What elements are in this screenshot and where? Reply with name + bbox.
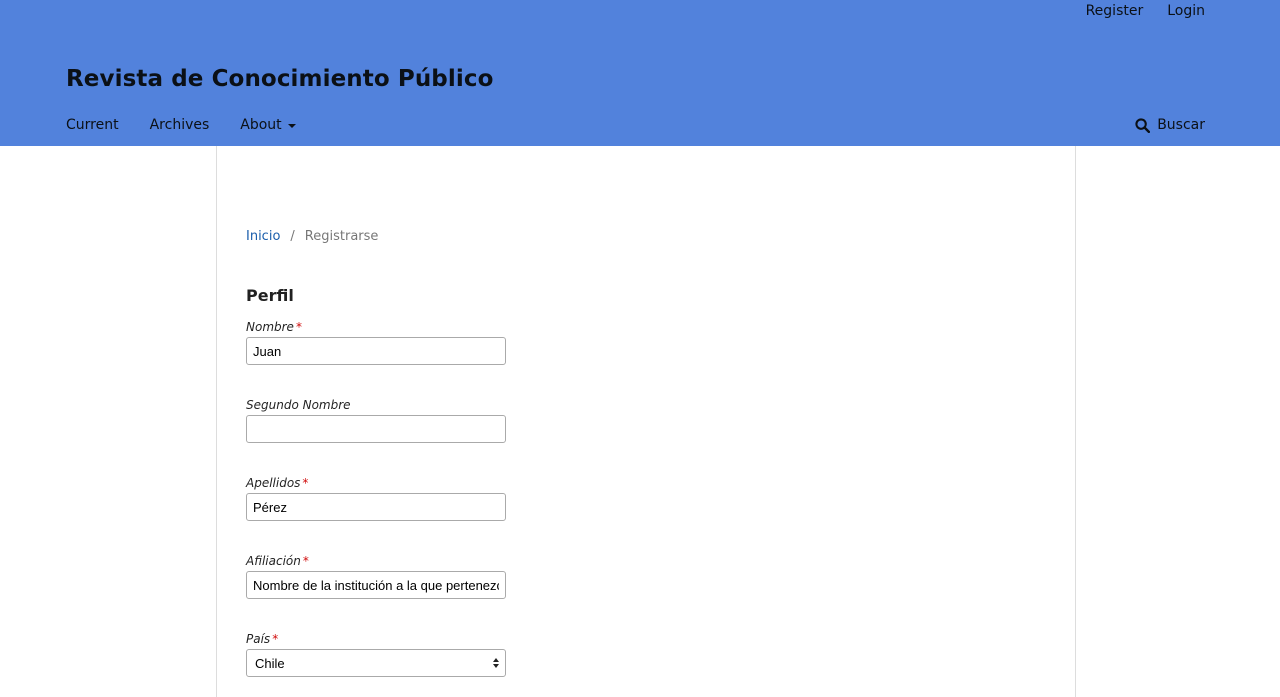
search-icon (1135, 117, 1151, 133)
field-apellidos: Apellidos * (246, 476, 508, 521)
pais-label: País * (246, 632, 508, 646)
nav-archives[interactable]: Archives (150, 117, 210, 133)
pais-label-text: País (246, 632, 271, 646)
pais-selected-value: Chile (255, 655, 285, 671)
breadcrumb-home-link[interactable]: Inicio (246, 229, 280, 244)
segundo-nombre-input[interactable] (246, 415, 506, 443)
nav-current-label: Current (66, 117, 119, 133)
segundo-nombre-label-text: Segundo Nombre (246, 398, 351, 412)
breadcrumb-current: Registrarse (304, 229, 379, 244)
search-label: Buscar (1157, 117, 1205, 133)
required-marker: * (302, 476, 309, 490)
select-updown-icon (493, 658, 499, 668)
main-content: Inicio / Registrarse Perfil Nombre* Segu… (216, 146, 1076, 697)
apellidos-label-text: Apellidos (246, 476, 301, 490)
field-afiliacion: Afiliación * (246, 554, 508, 599)
afiliacion-label-text: Afiliación (246, 554, 301, 568)
primary-nav: Current Archives About (66, 117, 296, 133)
search-link[interactable]: Buscar (1135, 117, 1205, 133)
site-title[interactable]: Revista de Conocimiento Público (66, 66, 493, 92)
nav-archives-label: Archives (149, 117, 210, 133)
breadcrumb-separator: / (290, 229, 295, 244)
nav-about-label: About (240, 117, 282, 133)
field-segundo-nombre: Segundo Nombre (246, 398, 508, 443)
user-nav: Register Login (1086, 3, 1205, 19)
nav-current[interactable]: Current (66, 117, 119, 133)
field-pais: País * Chile (246, 632, 508, 677)
required-marker: * (295, 320, 302, 334)
apellidos-input[interactable] (246, 493, 506, 521)
site-header: Register Login Revista de Conocimiento P… (0, 0, 1280, 146)
apellidos-label: Apellidos * (246, 476, 508, 490)
nav-about-dropdown[interactable]: About (240, 117, 296, 133)
segundo-nombre-label: Segundo Nombre (246, 398, 508, 412)
afiliacion-input[interactable] (246, 571, 506, 599)
required-marker: * (302, 554, 309, 568)
caret-down-icon (287, 123, 296, 128)
pais-select[interactable]: Chile (246, 649, 506, 677)
login-link[interactable]: Login (1167, 3, 1205, 19)
register-link[interactable]: Register (1086, 3, 1144, 19)
nombre-label-text: Nombre (246, 320, 294, 334)
afiliacion-label: Afiliación * (246, 554, 508, 568)
nombre-label: Nombre * (246, 320, 508, 334)
section-title-perfil: Perfil (246, 286, 294, 305)
field-nombre: Nombre * (246, 320, 508, 365)
required-marker: * (272, 632, 279, 646)
nombre-input[interactable] (246, 337, 506, 365)
breadcrumb: Inicio / Registrarse (246, 229, 378, 244)
